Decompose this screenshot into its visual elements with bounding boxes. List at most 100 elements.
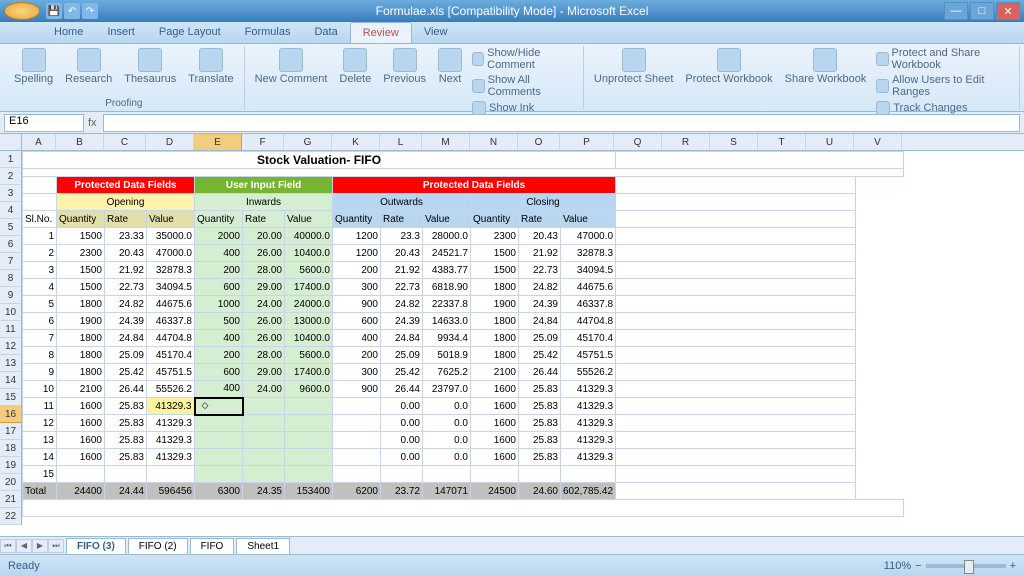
row-header-21[interactable]: 21 <box>0 491 21 508</box>
ribbon-next[interactable]: Next <box>434 46 466 116</box>
office-button[interactable] <box>4 2 40 20</box>
translate-icon <box>199 48 223 72</box>
col-header-A[interactable]: A <box>22 134 56 150</box>
row-headers: 12345678910111213141516171819202122 <box>0 151 22 525</box>
window-title: Formulae.xls [Compatibility Mode] - Micr… <box>376 4 649 18</box>
group-proofing-label: Proofing <box>10 98 238 109</box>
col-header-B[interactable]: B <box>56 134 104 150</box>
zoom-level[interactable]: 110% <box>884 560 911 572</box>
col-header-S[interactable]: S <box>710 134 758 150</box>
col-header-R[interactable]: R <box>662 134 710 150</box>
name-box[interactable]: E16 <box>4 114 84 132</box>
tab-view[interactable]: View <box>412 22 460 43</box>
sheet-tab-fifo-3-[interactable]: FIFO (3) <box>66 538 126 554</box>
row-header-16[interactable]: 16 <box>0 406 21 423</box>
zoom-slider[interactable] <box>926 564 1006 568</box>
tab-data[interactable]: Data <box>302 22 349 43</box>
cells-grid[interactable]: Stock Valuation- FIFOProtected Data Fiel… <box>22 151 1024 517</box>
col-header-N[interactable]: N <box>470 134 518 150</box>
zoom-out-button[interactable]: − <box>915 560 921 572</box>
col-header-T[interactable]: T <box>758 134 806 150</box>
row-header-17[interactable]: 17 <box>0 423 21 440</box>
row-header-13[interactable]: 13 <box>0 355 21 372</box>
col-header-F[interactable]: F <box>242 134 284 150</box>
row-header-8[interactable]: 8 <box>0 270 21 287</box>
ribbon-show-all-comments[interactable]: Show All Comments <box>470 73 577 99</box>
tab-home[interactable]: Home <box>42 22 95 43</box>
col-header-V[interactable]: V <box>854 134 902 150</box>
sheet-tab-sheet1[interactable]: Sheet1 <box>236 538 290 554</box>
ribbon-thesaurus[interactable]: Thesaurus <box>120 46 180 98</box>
col-header-D[interactable]: D <box>146 134 194 150</box>
research-icon <box>77 48 101 72</box>
row-header-2[interactable]: 2 <box>0 168 21 185</box>
save-icon[interactable]: 💾 <box>46 3 62 19</box>
ribbon-unprotect-sheet[interactable]: Unprotect Sheet <box>590 46 678 116</box>
fx-icon[interactable]: fx <box>84 117 101 129</box>
row-header-12[interactable]: 12 <box>0 338 21 355</box>
first-sheet-button[interactable]: ⏮ <box>0 539 16 553</box>
col-header-G[interactable]: G <box>284 134 332 150</box>
row-header-10[interactable]: 10 <box>0 304 21 321</box>
ribbon-allow-users-to-edit-ranges[interactable]: Allow Users to Edit Ranges <box>874 73 1013 99</box>
col-header-M[interactable]: M <box>422 134 470 150</box>
next-sheet-button[interactable]: ▶ <box>32 539 48 553</box>
tab-formulas[interactable]: Formulas <box>233 22 303 43</box>
close-button[interactable]: ✕ <box>996 2 1020 20</box>
ribbon-show-hide-comment[interactable]: Show/Hide Comment <box>470 46 577 72</box>
undo-icon[interactable]: ↶ <box>64 3 80 19</box>
row-header-20[interactable]: 20 <box>0 474 21 491</box>
select-all-corner[interactable] <box>0 134 22 151</box>
ribbon-previous[interactable]: Previous <box>379 46 430 116</box>
redo-icon[interactable]: ↷ <box>82 3 98 19</box>
ribbon-new-comment[interactable]: New Comment <box>251 46 332 116</box>
zoom-in-button[interactable]: + <box>1010 560 1016 572</box>
ribbon-delete[interactable]: Delete <box>335 46 375 116</box>
col-header-C[interactable]: C <box>104 134 146 150</box>
ribbon-protect-and-share-workbook[interactable]: Protect and Share Workbook <box>874 46 1013 72</box>
last-sheet-button[interactable]: ⏭ <box>48 539 64 553</box>
minimize-button[interactable]: — <box>944 2 968 20</box>
maximize-button[interactable]: □ <box>970 2 994 20</box>
col-header-P[interactable]: P <box>560 134 614 150</box>
row-header-5[interactable]: 5 <box>0 219 21 236</box>
row-header-1[interactable]: 1 <box>0 151 21 168</box>
tab-insert[interactable]: Insert <box>95 22 147 43</box>
sheet-tab-fifo[interactable]: FIFO <box>190 538 235 554</box>
show-hide-comment-icon <box>472 52 484 66</box>
new-comment-icon <box>279 48 303 72</box>
col-header-L[interactable]: L <box>380 134 422 150</box>
tab-page-layout[interactable]: Page Layout <box>147 22 233 43</box>
thesaurus-icon <box>138 48 162 72</box>
row-header-7[interactable]: 7 <box>0 253 21 270</box>
row-header-9[interactable]: 9 <box>0 287 21 304</box>
tab-review[interactable]: Review <box>350 22 412 43</box>
col-header-E[interactable]: E <box>194 134 242 150</box>
row-header-18[interactable]: 18 <box>0 440 21 457</box>
formula-input[interactable] <box>103 114 1020 132</box>
sheet-tab-fifo-2-[interactable]: FIFO (2) <box>128 538 188 554</box>
col-header-K[interactable]: K <box>332 134 380 150</box>
ribbon-spelling[interactable]: Spelling <box>10 46 57 98</box>
prev-sheet-button[interactable]: ◀ <box>16 539 32 553</box>
row-header-15[interactable]: 15 <box>0 389 21 406</box>
ribbon-share-workbook[interactable]: Share Workbook <box>781 46 871 116</box>
col-header-Q[interactable]: Q <box>614 134 662 150</box>
row-header-14[interactable]: 14 <box>0 372 21 389</box>
protect-and-share-workbook-icon <box>876 52 888 66</box>
row-header-3[interactable]: 3 <box>0 185 21 202</box>
ribbon-protect-workbook[interactable]: Protect Workbook <box>681 46 776 116</box>
ribbon: SpellingResearchThesaurusTranslate Proof… <box>0 44 1024 112</box>
row-header-19[interactable]: 19 <box>0 457 21 474</box>
row-header-22[interactable]: 22 <box>0 508 21 525</box>
col-header-O[interactable]: O <box>518 134 560 150</box>
column-headers: ABCDEFGKLMNOPQRSTUV <box>22 134 1024 151</box>
share-workbook-icon <box>813 48 837 72</box>
ribbon-translate[interactable]: Translate <box>184 46 237 98</box>
row-header-4[interactable]: 4 <box>0 202 21 219</box>
row-header-6[interactable]: 6 <box>0 236 21 253</box>
previous-icon <box>393 48 417 72</box>
row-header-11[interactable]: 11 <box>0 321 21 338</box>
ribbon-research[interactable]: Research <box>61 46 116 98</box>
col-header-U[interactable]: U <box>806 134 854 150</box>
